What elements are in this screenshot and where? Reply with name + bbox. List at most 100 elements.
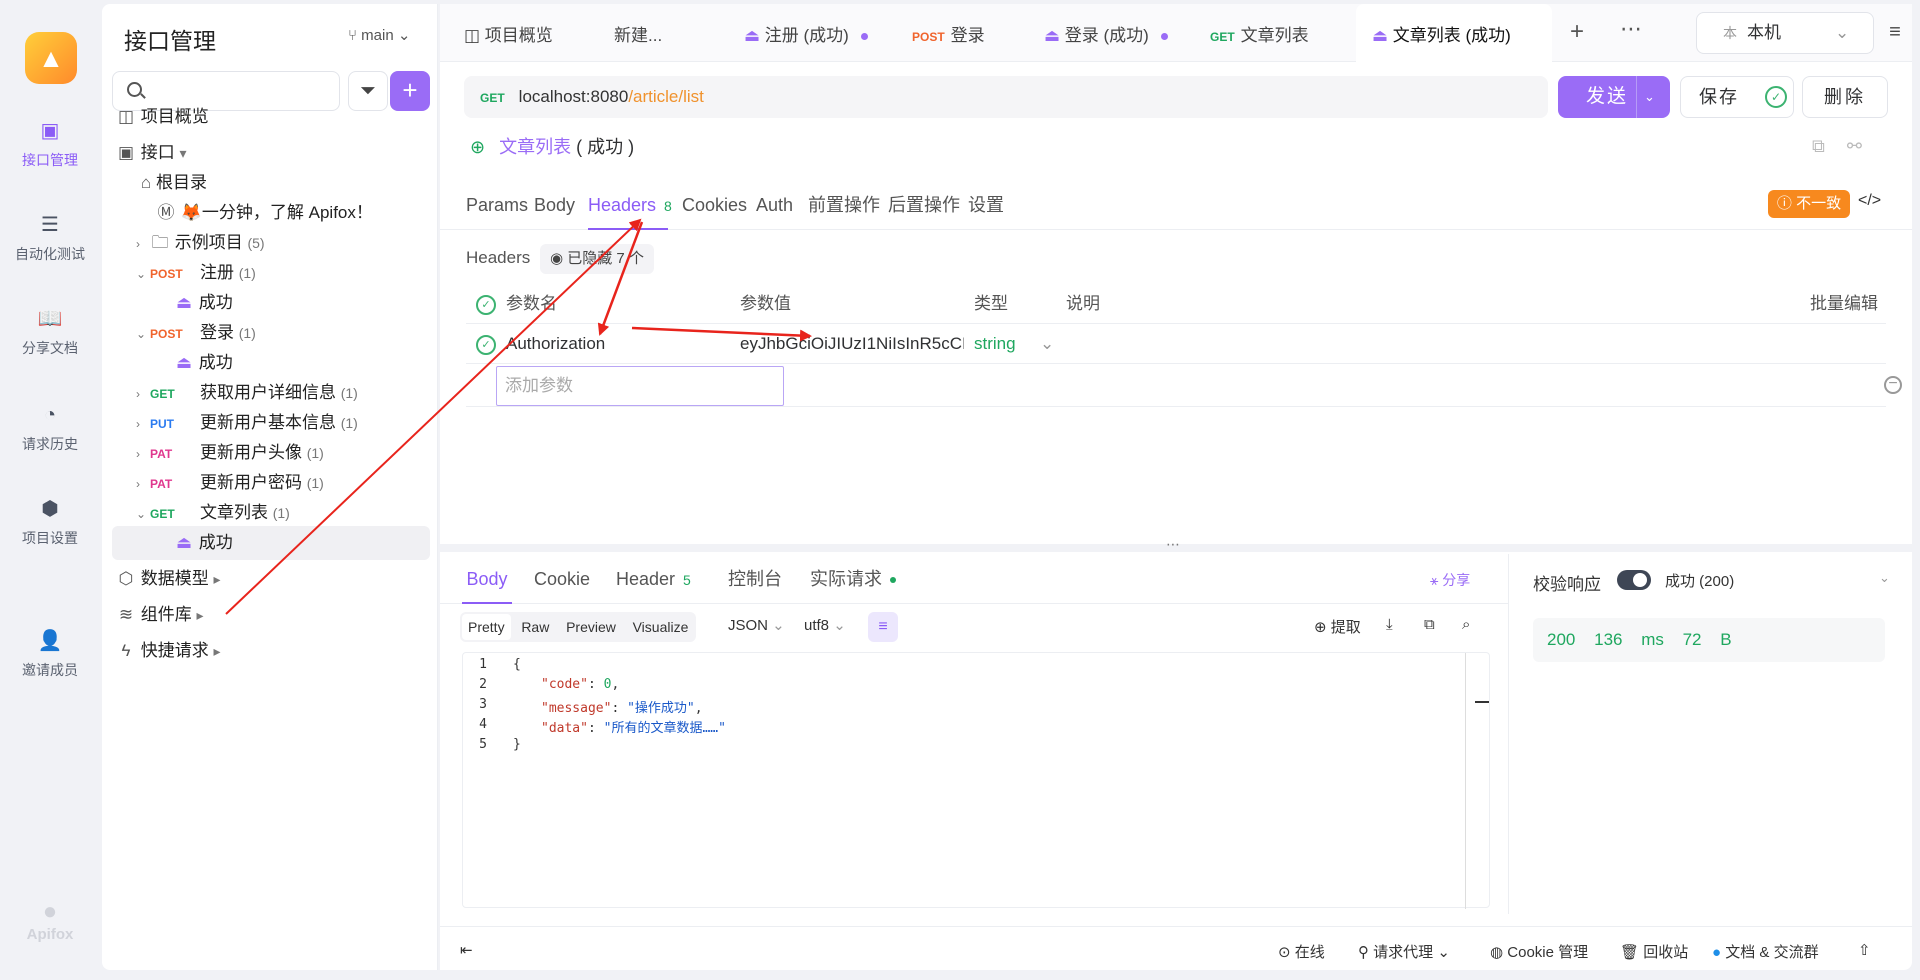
search-icon[interactable]: ⌕ <box>1462 616 1470 633</box>
check-circle-icon[interactable]: ✓ <box>1765 86 1787 108</box>
upgrade-icon[interactable]: ⇧ <box>1858 941 1871 959</box>
apifox-logo[interactable]: ▲ <box>25 32 77 84</box>
resp-tab-console[interactable]: 控制台 <box>728 554 782 604</box>
tree-item-article-list[interactable]: ⌄ GET 文章列表 (1) <box>102 496 438 530</box>
download-icon[interactable]: ⤓ <box>1386 616 1393 633</box>
header-desc-field[interactable] <box>1066 324 1766 364</box>
tab-register-success[interactable]: ⏏ 注册 (成功) <box>744 4 868 62</box>
tab-new[interactable]: 新建... <box>614 4 662 62</box>
rail-api-management[interactable]: ▣ 接口管理 <box>0 118 100 170</box>
json-key: "message" <box>541 701 612 716</box>
drag-handle-icon[interactable]: ⋯ <box>1166 536 1180 553</box>
tree-item-register[interactable]: ⌄ POST 注册 (1) <box>102 256 438 290</box>
copy-icon[interactable]: ⧉ <box>1812 136 1847 156</box>
extract-button[interactable]: ⊕ 提取 <box>1314 616 1361 637</box>
chevron-down-icon[interactable]: ⌄ <box>1879 570 1890 586</box>
view-preview[interactable]: Preview <box>560 614 622 640</box>
tab-login-success[interactable]: ⏏ 登录 (成功) <box>1044 4 1168 62</box>
new-tab-button[interactable]: + <box>1570 18 1584 46</box>
docs-community-button[interactable]: ● 文档 & 交流群 <box>1712 941 1819 962</box>
tab-settings[interactable]: 设置 <box>968 180 1004 230</box>
resp-tab-body[interactable]: Body <box>462 554 512 604</box>
tree-item-login-success[interactable]: ⏏ 成功 <box>102 346 438 380</box>
tree-item-quick-request[interactable]: ϟ 快捷请求 ▸ <box>102 634 438 668</box>
api-icon: ▣ <box>117 143 135 162</box>
collapse-sidebar-icon[interactable]: ⇤ <box>460 941 473 959</box>
tree-item-login[interactable]: ⌄ POST 登录 (1) <box>102 316 438 350</box>
branch-selector[interactable]: ⑂ main ⌄ <box>348 26 410 44</box>
word-wrap-button[interactable]: ≡ <box>868 612 898 642</box>
view-pretty[interactable]: Pretty <box>462 614 511 640</box>
remove-row-icon[interactable]: − <box>1884 376 1902 394</box>
tree-item-user-detail[interactable]: › GET 获取用户详细信息 (1) <box>102 376 438 410</box>
proxy-selector[interactable]: ⚲ 请求代理 ⌄ <box>1358 941 1450 962</box>
more-tabs-button[interactable]: ⋯ <box>1620 16 1642 42</box>
tree-item-password[interactable]: › PAT 更新用户密码 (1) <box>102 466 438 500</box>
trash-button[interactable]: 🗑 回收站 <box>1620 941 1688 962</box>
tree-item-overview[interactable]: ◫ 项目概览 <box>102 100 438 134</box>
tab-body[interactable]: Body <box>534 180 575 230</box>
tab-login[interactable]: POST 登录 <box>912 4 985 62</box>
select-all-checkbox[interactable]: ✓ <box>476 284 496 324</box>
verify-select[interactable]: 成功 (200) <box>1665 570 1734 591</box>
header-value-field[interactable]: eyJhbGciOiJIUzI1NiIsInR5cCI6IkpXVCJ9 <box>740 324 964 364</box>
resp-tab-actual[interactable]: 实际请求 <box>810 554 896 604</box>
tree-item-user-update[interactable]: › PUT 更新用户基本信息 (1) <box>102 406 438 440</box>
tab-auth[interactable]: Auth <box>756 180 793 230</box>
tree-item-examples[interactable]: › 🗀 示例项目 (5) <box>102 226 438 260</box>
tree-item-components[interactable]: ≋ 组件库 ▸ <box>102 598 438 632</box>
share-button[interactable]: ⚹ 分享 <box>1430 570 1470 590</box>
rail-history[interactable]: ◔ 请求历史 <box>0 402 100 454</box>
rail-automation[interactable]: ☰ 自动化测试 <box>0 212 100 264</box>
send-button[interactable]: 发送 ⌄ <box>1558 76 1670 118</box>
mismatch-badge[interactable]: ⓘ 不一致 <box>1768 190 1850 218</box>
tab-params[interactable]: Params <box>466 180 528 230</box>
tab-post-operations[interactable]: 后置操作 <box>888 180 960 230</box>
tree-item-root-dir[interactable]: ⌂ 根目录 <box>102 166 438 200</box>
tab-article-list[interactable]: GET 文章列表 <box>1210 4 1309 62</box>
hidden-headers-toggle[interactable]: ◉ 已隐藏 7 个 <box>540 244 654 274</box>
url-input[interactable]: GET localhost:8080/article/list <box>464 76 1548 118</box>
rail-share-docs[interactable]: 📖 分享文档 <box>0 306 100 358</box>
tree-item-api[interactable]: ▣ 接口 ▾ <box>102 136 438 170</box>
tree-item-intro[interactable]: Ⓜ 🦊一分钟，了解 Apifox！ <box>102 196 438 230</box>
header-name-field[interactable]: Authorization <box>506 324 726 364</box>
delete-button[interactable]: 删除 <box>1802 76 1888 118</box>
save-button[interactable]: 保存 ✓ <box>1680 76 1794 118</box>
resp-tab-cookie[interactable]: Cookie <box>534 554 590 604</box>
tree-item-avatar[interactable]: › PAT 更新用户头像 (1) <box>102 436 438 470</box>
online-status[interactable]: ⊙ 在线 <box>1278 941 1325 962</box>
add-param-input[interactable]: 添加参数 <box>496 366 784 406</box>
apifox-window: ▲ ▣ 接口管理 ☰ 自动化测试 📖 分享文档 ◔ 请求历史 ⬢ 项目设置 👤 … <box>0 0 1920 980</box>
copy-icon[interactable]: ⧉ <box>1424 616 1435 633</box>
crumb-link[interactable]: 文章列表 <box>499 137 571 157</box>
resp-tab-header[interactable]: Header 5 <box>616 554 691 604</box>
encoding-select[interactable]: utf8 ⌄ <box>804 616 846 634</box>
overview-icon: ◫ <box>464 26 485 45</box>
menu-button[interactable]: ≡ <box>1880 12 1910 54</box>
rail-invite[interactable]: 👤 邀请成员 <box>0 628 100 680</box>
tab-pre-operations[interactable]: 前置操作 <box>808 180 880 230</box>
tab-headers[interactable]: Headers 8 <box>588 180 672 230</box>
row-checkbox[interactable]: ✓ <box>476 324 496 364</box>
tree-item-data-model[interactable]: ⬡ 数据模型 ▸ <box>102 562 438 596</box>
tab-article-success[interactable]: ⏏ 文章列表 (成功) <box>1356 4 1552 62</box>
view-visualize[interactable]: Visualize <box>627 614 695 640</box>
scrollbar-thumb[interactable] <box>1475 701 1489 703</box>
environment-selector[interactable]: 本本机 ⌄ <box>1696 12 1874 54</box>
format-select[interactable]: JSON ⌄ <box>728 616 785 634</box>
response-code-viewer[interactable]: 1 { 2 "code": 0, 3 "message": "操作成功", 4 … <box>462 652 1490 909</box>
tab-overview[interactable]: ◫ 项目概览 <box>464 4 553 62</box>
cookie-manager-button[interactable]: ◍ Cookie 管理 <box>1490 941 1588 962</box>
share-link-icon[interactable]: ⚯ <box>1847 136 1884 156</box>
tree-item-register-success[interactable]: ⏏ 成功 <box>102 286 438 320</box>
bulk-edit-button[interactable]: 批量编辑 <box>1810 284 1878 324</box>
tree-item-article-success[interactable]: ⏏ 成功 <box>112 526 430 560</box>
verify-toggle[interactable] <box>1617 570 1651 590</box>
view-raw[interactable]: Raw <box>515 614 555 640</box>
code-icon[interactable]: </> <box>1858 192 1881 210</box>
tab-cookies[interactable]: Cookies <box>682 180 747 230</box>
chevron-down-icon[interactable]: ⌄ <box>1644 76 1657 118</box>
rail-project-settings[interactable]: ⬢ 项目设置 <box>0 496 100 548</box>
header-type-select[interactable]: string ⌄ <box>974 324 1060 364</box>
